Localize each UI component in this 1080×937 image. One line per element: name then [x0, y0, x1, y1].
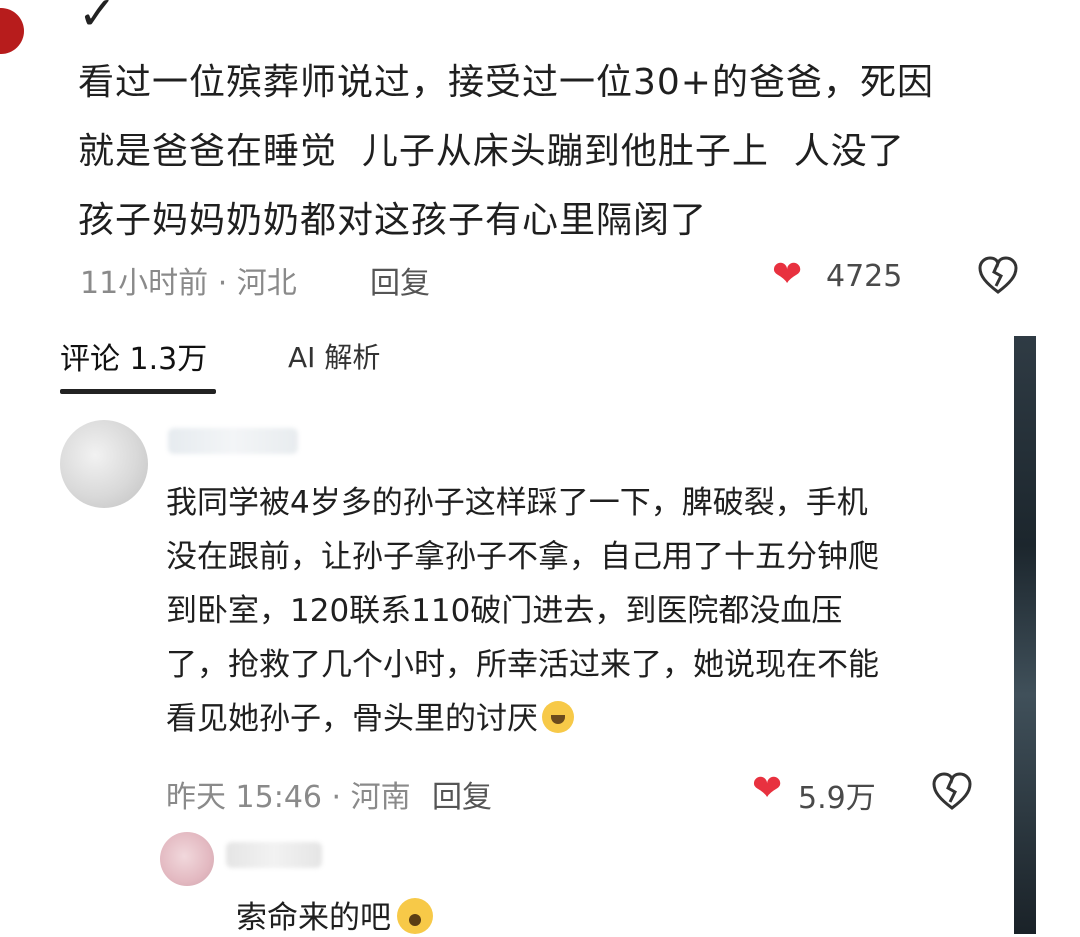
subreply-text: 索命来的吧 [236, 892, 433, 937]
post-line: 看过一位殡葬师说过，接受过一位30+的爸爸，死因 [78, 62, 934, 103]
edge-avatar-fragment [0, 0, 56, 70]
avatar[interactable] [60, 420, 148, 508]
crying-emoji-icon [542, 701, 574, 733]
post-line: 就是爸爸在睡觉 儿子从床头蹦到他肚子上 人没了 [78, 131, 905, 172]
post-like-count: 4725 [826, 259, 903, 294]
post-reply-button[interactable]: 回复 [370, 258, 430, 302]
broken-heart-icon[interactable] [930, 770, 974, 814]
username-blurred[interactable] [226, 842, 322, 868]
broken-heart-icon[interactable] [976, 254, 1020, 298]
shocked-emoji-icon [397, 898, 433, 934]
avatar[interactable] [160, 832, 214, 886]
comment-line-last: 看见她孙子，骨头里的讨厌 [166, 692, 1006, 746]
comment-line: 到卧室，120联系110破门进去，到医院都没血压 [166, 593, 843, 629]
post-text: 看过一位殡葬师说过，接受过一位30+的爸爸，死因 就是爸爸在睡觉 儿子从床头蹦到… [78, 48, 1038, 255]
comment-meta: 昨天 15:46 · 河南 [166, 780, 411, 815]
comment-line: 我同学被4岁多的孙子这样踩了一下，脾破裂，手机 [166, 485, 868, 521]
comment-reply-button[interactable]: 回复 [432, 772, 492, 816]
comment-like-count: 5.9万 [798, 781, 876, 816]
check-icon: ✓ [78, 0, 117, 40]
background-image-strip [1014, 336, 1036, 934]
subreply-content: 索命来的吧 [236, 900, 391, 936]
comment-text: 我同学被4岁多的孙子这样踩了一下，脾破裂，手机 没在跟前，让孙子拿孙子不拿，自己… [166, 476, 1006, 746]
tab-ai-analysis[interactable]: AI 解析 [288, 336, 380, 376]
tab-comments[interactable]: 评论 1.3万 [60, 334, 207, 378]
post-line: 孩子妈妈奶奶都对这孩子有心里隔阂了 [78, 200, 708, 241]
post-meta: 11小时前 · 河北 [80, 266, 297, 301]
comment-line: 看见她孙子，骨头里的讨厌 [166, 701, 538, 737]
heart-icon[interactable]: ❤ [772, 254, 802, 295]
active-tab-indicator [60, 389, 216, 394]
comment-line: 没在跟前，让孙子拿孙子不拿，自己用了十五分钟爬 [166, 539, 879, 575]
heart-icon[interactable]: ❤ [752, 768, 782, 809]
comment-line: 了，抢救了几个小时，所幸活过来了，她说现在不能 [166, 647, 879, 683]
username-blurred[interactable] [168, 428, 298, 454]
